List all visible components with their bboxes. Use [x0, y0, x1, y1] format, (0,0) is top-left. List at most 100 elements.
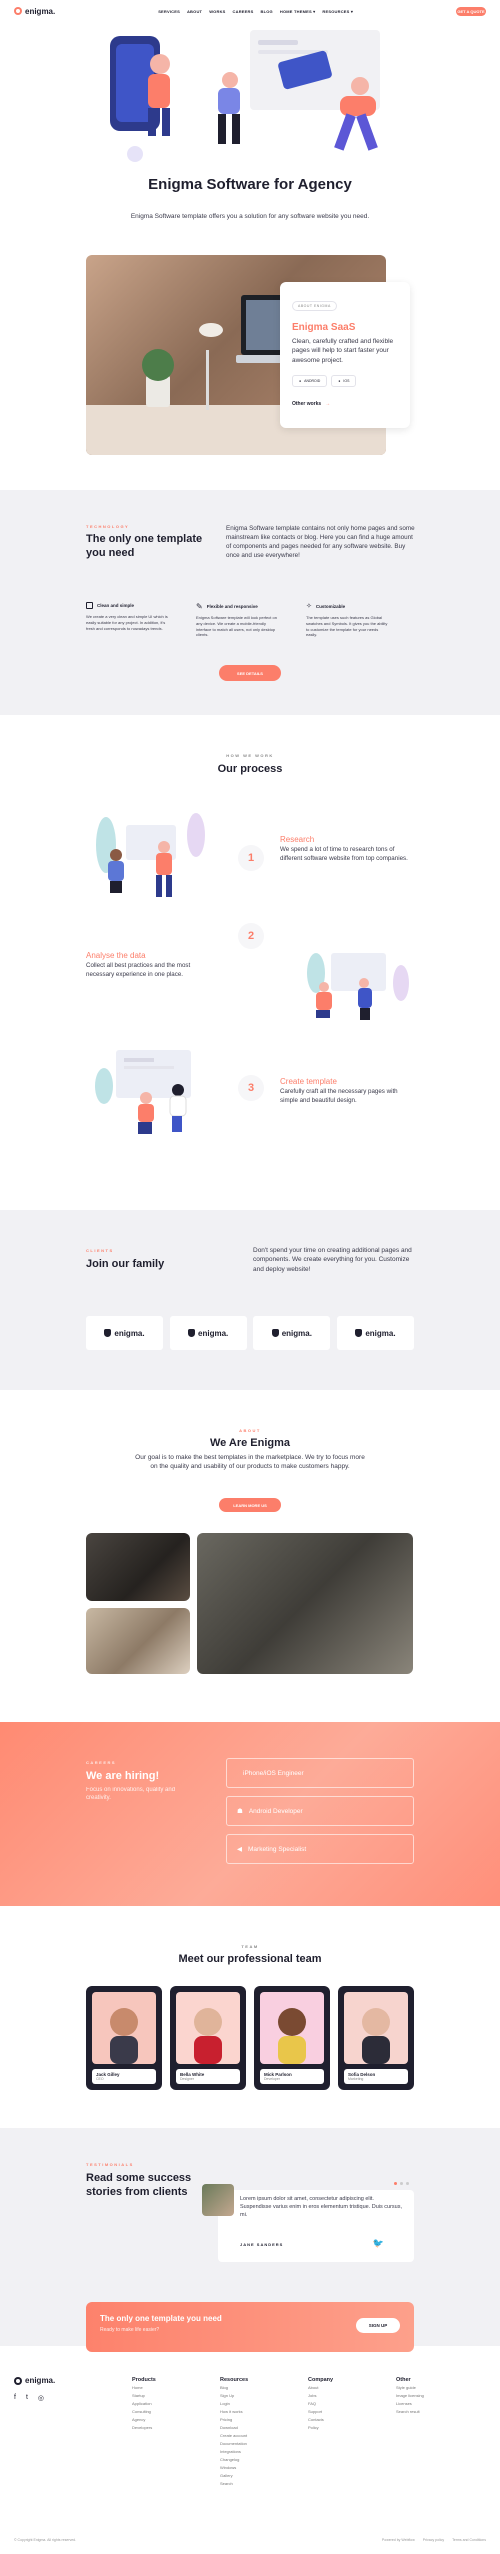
hiring-title: We are hiring!	[86, 1770, 160, 1782]
legal-link[interactable]: Powered by Webflow	[382, 2538, 415, 2542]
footer-col-other: Other Style guide Image licensing Licenses…	[396, 2377, 424, 2416]
step-title-create: Create template	[280, 1077, 337, 1086]
footer-link[interactable]: Support	[308, 2408, 333, 2416]
member-photo	[176, 1992, 240, 2064]
client-logo[interactable]: enigma.	[336, 1316, 414, 1350]
process-eyebrow: HOW WE WORK	[226, 753, 274, 758]
footer-link[interactable]: Style guide	[396, 2384, 424, 2392]
testimonials-eyebrow: TESTIMONIALS	[86, 2162, 134, 2167]
testimonial-author: JANE SANDERS	[240, 2242, 284, 2247]
office-photo-3	[197, 1533, 413, 1674]
client-logo[interactable]: enigma.	[86, 1316, 163, 1350]
features-section: TECHNOLOGY The only one template you nee…	[0, 490, 500, 715]
footer-link[interactable]: Windows	[220, 2464, 248, 2472]
features-text: Enigma Software template contains not on…	[226, 525, 415, 560]
client-avatar	[202, 2184, 234, 2216]
hero-title: Enigma Software for Agency	[148, 176, 352, 193]
see-details-button[interactable]: SEE DETAILS	[219, 665, 281, 681]
footer-link[interactable]: Download	[220, 2424, 248, 2432]
megaphone-icon: ◀	[237, 1846, 242, 1853]
cta-banner: The only one template you need Ready to …	[86, 2302, 414, 2352]
client-logo[interactable]: enigma.	[253, 1316, 331, 1350]
footer-logo[interactable]: enigma.	[14, 2376, 55, 2385]
footer-link[interactable]: Gallery	[220, 2472, 248, 2480]
shield-icon	[271, 1329, 279, 1337]
facebook-icon[interactable]: f	[14, 2394, 16, 2402]
footer-link[interactable]: Sign Up	[220, 2392, 248, 2400]
footer-link[interactable]: Jobs	[308, 2392, 333, 2400]
square-icon	[86, 602, 93, 609]
twitter-icon[interactable]: 🐦	[373, 2238, 384, 2249]
legal-link[interactable]: Privacy policy	[423, 2538, 444, 2542]
ios-badge[interactable]: ● IOS	[331, 375, 357, 388]
member-photo	[260, 1992, 324, 2064]
copyright: © Copyright Enigma. All rights reserved.	[14, 2538, 77, 2542]
footer-link[interactable]: Home	[132, 2384, 156, 2392]
features-title: The only one template you need	[86, 533, 203, 559]
footer-link[interactable]: FAQ	[308, 2400, 333, 2408]
legal-link[interactable]: Terms and Conditions	[452, 2538, 486, 2542]
footer-link[interactable]: Pricing	[220, 2416, 248, 2424]
android-icon: ☗	[237, 1808, 243, 1815]
hero-illustration	[110, 30, 380, 162]
footer-link[interactable]: Licenses	[396, 2400, 424, 2408]
slider-dot[interactable]	[400, 2182, 403, 2185]
footer-link[interactable]: Documentation	[220, 2440, 248, 2448]
footer-link[interactable]: How it works	[220, 2408, 248, 2416]
hiring-text: Focus on innovations, quality and creati…	[86, 1787, 176, 1802]
slider-dot[interactable]	[394, 2182, 397, 2185]
about-text: Our goal is to make the best templates i…	[135, 1454, 365, 1471]
job-ios-engineer[interactable]: iPhone/iOS Engineer	[226, 1758, 414, 1788]
footer-link[interactable]: Agency	[132, 2416, 156, 2424]
step-title-analyse: Analyse the data	[86, 951, 146, 960]
sign-up-button[interactable]: SIGN UP	[356, 2318, 400, 2333]
client-logos: enigma. enigma. enigma. enigma.	[86, 1316, 414, 1350]
hiring-section: CAREERS We are hiring! Focus on innovati…	[0, 1722, 500, 1906]
footer-link[interactable]: Consulting	[132, 2408, 156, 2416]
footer-link[interactable]: Application	[132, 2400, 156, 2408]
footer-link[interactable]: Contacts	[308, 2416, 333, 2424]
card-title: Enigma SaaS	[292, 322, 356, 333]
footer-link[interactable]: Startup	[132, 2392, 156, 2400]
footer-link[interactable]: About	[308, 2384, 333, 2392]
footer-link[interactable]: Integrations	[220, 2448, 248, 2456]
footer-link[interactable]: Search result	[396, 2408, 424, 2416]
hero-subtitle: Enigma Software template offers you a so…	[130, 213, 370, 220]
card-tag: ABOUT ENIGMA	[292, 301, 337, 311]
twitter-icon[interactable]: t	[26, 2394, 28, 2402]
learn-more-button[interactable]: LEARN MORE US	[219, 1498, 281, 1512]
team-title: Meet our professional team	[178, 1953, 322, 1965]
team-member-card[interactable]: Mick Parlson Developer	[254, 1986, 330, 2090]
apple-icon: ●	[338, 379, 341, 384]
footer-link[interactable]: Create account	[220, 2432, 248, 2440]
footer-col-resources: Resources Blog Sign Up Login How it works Pr…	[220, 2377, 249, 2488]
pen-icon: ✎	[196, 602, 203, 611]
footer-link[interactable]: Policy	[308, 2424, 333, 2432]
team-member-card[interactable]: Jack Gilley CEO	[86, 1986, 162, 2090]
step-text-analyse: Collect all best practices and the most …	[86, 962, 191, 978]
client-logo[interactable]: enigma.	[169, 1316, 247, 1350]
android-icon: ●	[299, 379, 302, 384]
footer-link[interactable]: Image licensing	[396, 2392, 424, 2400]
footer-link[interactable]: Search	[220, 2480, 248, 2488]
instagram-icon[interactable]: ◎	[38, 2394, 44, 2402]
testimonial-quote: Lorem ipsum dolor sit amet, consectetur …	[240, 2196, 403, 2218]
about-section: ABOUT We Are Enigma Our goal is to make …	[0, 1390, 500, 1722]
about-enigma-card: ABOUT ENIGMA Enigma SaaS Clean, carefull…	[280, 282, 410, 428]
team-member-card[interactable]: Sofia Delson Marketing	[338, 1986, 414, 2090]
footer-link[interactable]: Blog	[220, 2384, 248, 2392]
footer-link[interactable]: Login	[220, 2400, 248, 2408]
android-badge[interactable]: ● ANDROID	[292, 375, 328, 388]
footer-link[interactable]: Developers	[132, 2424, 156, 2432]
logo-icon	[14, 2376, 22, 2385]
job-marketing-specialist[interactable]: ◀ Marketing Specialist	[226, 1834, 414, 1864]
member-photo	[344, 1992, 408, 2064]
process-section: HOW WE WORK Our process 1 Research We sp…	[0, 715, 500, 1210]
other-works-link[interactable]: Other works →	[292, 401, 398, 407]
slider-dot[interactable]	[406, 2182, 409, 2185]
footer-link[interactable]: Changelog	[220, 2456, 248, 2464]
hiring-eyebrow: CAREERS	[86, 1760, 117, 1765]
create-illustration	[95, 1050, 191, 1134]
job-android-developer[interactable]: ☗ Android Developer	[226, 1796, 414, 1826]
team-member-card[interactable]: Bella White Designer	[170, 1986, 246, 2090]
